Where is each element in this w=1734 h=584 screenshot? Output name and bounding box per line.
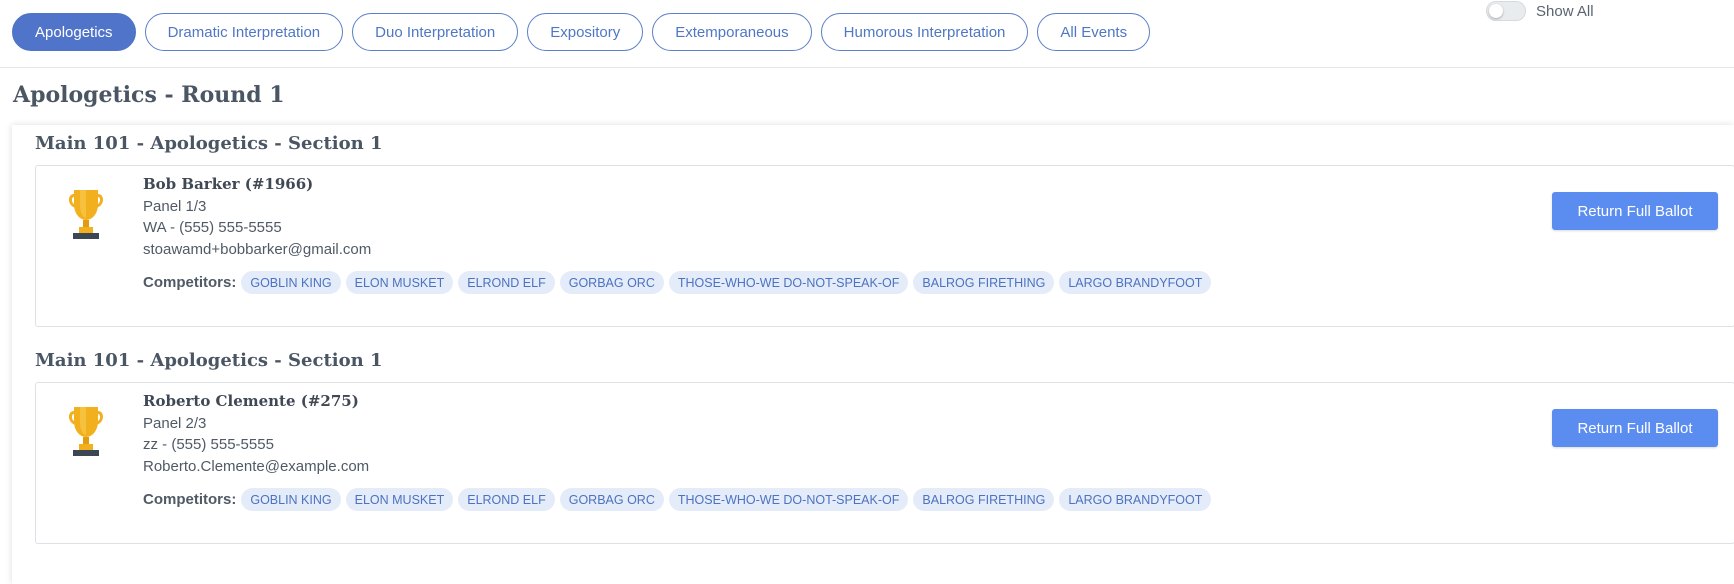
round-title: Apologetics - Round 1 bbox=[13, 82, 285, 108]
tab-all-events[interactable]: All Events bbox=[1037, 13, 1151, 51]
judge-info: Roberto Clemente (#275) Panel 2/3 zz - (… bbox=[143, 391, 369, 477]
tab-duo-interpretation[interactable]: Duo Interpretation bbox=[352, 13, 519, 51]
competitor-chip: GORBAG ORC bbox=[559, 271, 664, 294]
section-title: Main 101 - Apologetics - Section 1 bbox=[35, 133, 383, 154]
judge-card: Bob Barker (#1966) Panel 1/3 WA - (555) … bbox=[35, 165, 1734, 327]
competitor-chip: GORBAG ORC bbox=[559, 488, 664, 511]
competitor-chip: ELROND ELF bbox=[458, 488, 555, 511]
judge-phone: zz - (555) 555-5555 bbox=[143, 436, 274, 453]
competitor-chip: LARGO BRANDYFOOT bbox=[1059, 488, 1212, 511]
trophy-icon bbox=[68, 190, 104, 239]
competitor-chip: BALROG FIRETHING bbox=[913, 271, 1055, 294]
competitor-chip: THOSE-WHO-WE DO-NOT-SPEAK-OF bbox=[668, 488, 909, 511]
competitor-chip: LARGO BRANDYFOOT bbox=[1059, 271, 1212, 294]
competitors-label: Competitors: bbox=[143, 491, 237, 508]
competitor-chip: ELROND ELF bbox=[458, 271, 555, 294]
tab-apologetics[interactable]: Apologetics bbox=[12, 13, 136, 51]
judge-email: Roberto.Clemente@example.com bbox=[143, 457, 370, 475]
show-all-toggle[interactable] bbox=[1486, 1, 1526, 21]
tab-extemporaneous[interactable]: Extemporaneous bbox=[652, 13, 812, 51]
competitor-chip: GOBLIN KING bbox=[241, 271, 341, 294]
judge-info: Bob Barker (#1966) Panel 1/3 WA - (555) … bbox=[143, 174, 371, 260]
judge-card: Roberto Clemente (#275) Panel 2/3 zz - (… bbox=[35, 382, 1734, 544]
judge-email: stoawamd+bobbarker@gmail.com bbox=[143, 240, 372, 258]
section-title: Main 101 - Apologetics - Section 1 bbox=[35, 350, 383, 371]
judge-panel: Panel 1/3 bbox=[143, 197, 207, 215]
competitor-chip: ELON MUSKET bbox=[345, 271, 454, 294]
competitor-chip: BALROG FIRETHING bbox=[913, 488, 1055, 511]
trophy-icon bbox=[68, 407, 104, 456]
competitor-chip: THOSE-WHO-WE DO-NOT-SPEAK-OF bbox=[668, 271, 909, 294]
competitor-chip: ELON MUSKET bbox=[345, 488, 454, 511]
judge-name: Roberto Clemente (#275) bbox=[143, 392, 359, 410]
competitors-label: Competitors: bbox=[143, 274, 237, 291]
return-full-ballot-button[interactable]: Return Full Ballot bbox=[1552, 409, 1718, 447]
tab-dramatic-interpretation[interactable]: Dramatic Interpretation bbox=[144, 13, 344, 51]
judge-phone: WA - (555) 555-5555 bbox=[143, 219, 282, 236]
top-bar: Apologetics Dramatic Interpretation Duo … bbox=[0, 0, 1734, 68]
judge-name: Bob Barker (#1966) bbox=[143, 175, 314, 193]
competitor-chip: GOBLIN KING bbox=[241, 488, 341, 511]
tab-humorous-interpretation[interactable]: Humorous Interpretation bbox=[820, 13, 1029, 51]
return-full-ballot-button[interactable]: Return Full Ballot bbox=[1552, 192, 1718, 230]
competitors-list: Competitors: GOBLIN KING ELON MUSKET ELR… bbox=[143, 488, 1212, 511]
competitors-list: Competitors: GOBLIN KING ELON MUSKET ELR… bbox=[143, 271, 1212, 294]
show-all-label: Show All bbox=[1536, 2, 1594, 20]
toggle-knob bbox=[1489, 4, 1503, 18]
tab-expository[interactable]: Expository bbox=[527, 13, 644, 51]
event-tabs: Apologetics Dramatic Interpretation Duo … bbox=[12, 13, 1151, 51]
sections-panel: Main 101 - Apologetics - Section 1 Bob B… bbox=[12, 125, 1734, 584]
show-all-control: Show All bbox=[1486, 0, 1594, 22]
judge-panel: Panel 2/3 bbox=[143, 414, 207, 432]
